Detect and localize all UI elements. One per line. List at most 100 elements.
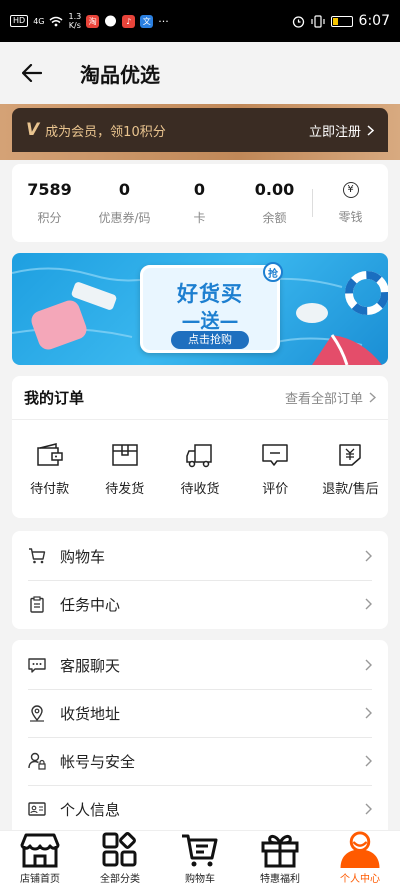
stat-balance[interactable]: 0.00 余额 xyxy=(237,164,312,242)
menu-item-account-security[interactable]: 帐号与安全 xyxy=(12,737,388,785)
truck-icon xyxy=(186,443,212,467)
nav-special-offers[interactable]: 特惠福利 xyxy=(240,831,320,888)
menu-group-shopping: 购物车 任务中心 xyxy=(12,531,388,629)
nav-label: 购物车 xyxy=(185,874,215,885)
battery-icon xyxy=(330,15,353,27)
nav-profile[interactable]: 个人中心 xyxy=(320,831,400,888)
page-title: 淘品优选 xyxy=(80,62,160,87)
account-security-icon xyxy=(28,752,46,770)
comment-icon xyxy=(262,443,288,466)
menu-item-label: 购物车 xyxy=(60,547,106,566)
orders-card: 我的订单 查看全部订单 待付款 待发货 待收货 评价 退款/售后 xyxy=(12,376,388,518)
vibrate-icon xyxy=(310,14,325,28)
stat-value: 0 xyxy=(118,180,131,199)
promo-buy-button[interactable]: 点击抢购 xyxy=(171,331,249,349)
menu-item-label: 客服聊天 xyxy=(60,656,121,675)
promo-title: 好货买 xyxy=(177,282,243,306)
chevron-right-icon xyxy=(365,550,372,562)
chevron-right-icon xyxy=(365,755,372,767)
register-label: 立即注册 xyxy=(308,124,361,140)
order-pending-payment[interactable]: 待付款 xyxy=(12,420,87,518)
promo-subtitle: —送— xyxy=(181,310,239,332)
nav-label: 个人中心 xyxy=(340,874,380,885)
menu-item-address[interactable]: 收货地址 xyxy=(12,689,388,737)
menu-group-account: 客服聊天 收货地址 帐号与安全 个人信息 xyxy=(12,640,388,840)
member-promo-text: 成为会员，领10积分 xyxy=(45,124,166,140)
arrow-left-icon xyxy=(22,64,42,82)
order-pending-receipt[interactable]: 待收货 xyxy=(162,420,237,518)
nav-store-home[interactable]: 店铺首页 xyxy=(0,831,80,888)
stat-value: 0 xyxy=(193,180,206,199)
chevron-right-icon xyxy=(365,598,372,610)
order-label: 待收货 xyxy=(180,481,220,497)
promo-card: 好货买 —送— 点击抢购 抢 xyxy=(140,262,283,353)
menu-item-cart[interactable]: 购物车 xyxy=(12,532,388,580)
menu-item-customer-service[interactable]: 客服聊天 xyxy=(12,641,388,689)
gift-icon xyxy=(261,834,299,868)
menu-item-task-center[interactable]: 任务中心 xyxy=(12,580,388,628)
taobao-app-icon: 淘 xyxy=(86,14,100,28)
stat-label: 优惠券/码 xyxy=(98,211,151,225)
account-stats: 7589 积分 0 优惠券/码 0卡 0.00 余额 ¥ 零钱 xyxy=(12,164,388,242)
view-all-orders-label: 查看全部订单 xyxy=(284,392,363,407)
box-icon xyxy=(112,443,138,466)
stat-cards[interactable]: 0卡 xyxy=(162,164,237,242)
vip-icon: V xyxy=(26,120,40,140)
order-label: 评价 xyxy=(262,481,289,497)
nav-label: 全部分类 xyxy=(100,874,140,885)
chevron-right-icon xyxy=(365,803,372,815)
chevron-right-icon xyxy=(365,659,372,671)
member-banner[interactable]: V 成为会员，领10积分 立即注册 xyxy=(12,108,388,152)
menu-item-personal-info[interactable]: 个人信息 xyxy=(12,785,388,833)
menu-item-label: 帐号与安全 xyxy=(60,752,136,771)
back-button[interactable] xyxy=(12,53,52,93)
orders-header: 我的订单 查看全部订单 xyxy=(12,376,388,420)
order-label: 退款/售后 xyxy=(322,481,379,497)
stat-coupons[interactable]: 0 优惠券/码 xyxy=(87,164,162,242)
order-label: 待发货 xyxy=(105,481,145,497)
stat-points[interactable]: 7589 积分 xyxy=(12,164,87,242)
order-label: 待付款 xyxy=(30,481,70,497)
network-speed: 1.3 K/s xyxy=(68,12,82,30)
clipboard-icon xyxy=(30,595,44,613)
menu-item-label: 任务中心 xyxy=(60,595,121,614)
wallet-icon xyxy=(36,442,63,466)
menu-item-label: 收货地址 xyxy=(60,704,121,723)
music-app-icon: ♪ xyxy=(122,14,136,28)
message-icon xyxy=(105,15,117,26)
chevron-right-icon xyxy=(365,707,372,719)
profile-icon xyxy=(340,831,380,868)
chevron-right-icon xyxy=(367,124,374,136)
chevron-right-icon xyxy=(369,392,376,403)
bottom-navigation: 店铺首页 全部分类 购物车 特惠福利 个人中心 xyxy=(0,830,400,888)
menu-item-label: 个人信息 xyxy=(60,800,121,819)
orders-title: 我的订单 xyxy=(24,389,85,407)
promo-badge: 抢 xyxy=(263,262,283,282)
order-review[interactable]: 评价 xyxy=(238,420,313,518)
order-pending-shipment[interactable]: 待发货 xyxy=(87,420,162,518)
category-icon xyxy=(102,832,137,867)
translate-app-icon: 文 xyxy=(140,14,154,28)
id-card-icon xyxy=(28,802,46,816)
nav-cart[interactable]: 购物车 xyxy=(160,831,240,888)
view-all-orders-link[interactable]: 查看全部订单 xyxy=(285,388,376,407)
alarm-icon xyxy=(292,15,304,28)
yen-icon: ¥ xyxy=(342,181,359,198)
location-icon xyxy=(30,705,44,722)
order-refund[interactable]: 退款/售后 xyxy=(313,420,388,518)
app-header: 淘品优选 xyxy=(0,42,400,104)
stat-label: 余额 xyxy=(262,211,287,225)
store-icon xyxy=(20,833,60,868)
promo-banner[interactable]: 好货买 —送— 点击抢购 抢 xyxy=(12,253,388,365)
cart-icon xyxy=(182,834,218,867)
stat-label: 积分 xyxy=(37,211,62,225)
status-bar: HD 4G 1.3 K/s 淘 ♪ 文 ··· 6:07 xyxy=(0,0,400,42)
more-notifications-icon: ··· xyxy=(158,14,169,28)
register-button[interactable]: 立即注册 xyxy=(309,121,374,140)
refund-icon xyxy=(339,443,362,466)
signal-indicator: 4G xyxy=(33,16,45,26)
nav-label: 特惠福利 xyxy=(260,874,300,885)
stat-label: 零钱 xyxy=(338,209,363,224)
stat-change[interactable]: ¥ 零钱 xyxy=(313,164,388,242)
nav-all-categories[interactable]: 全部分类 xyxy=(80,831,160,888)
